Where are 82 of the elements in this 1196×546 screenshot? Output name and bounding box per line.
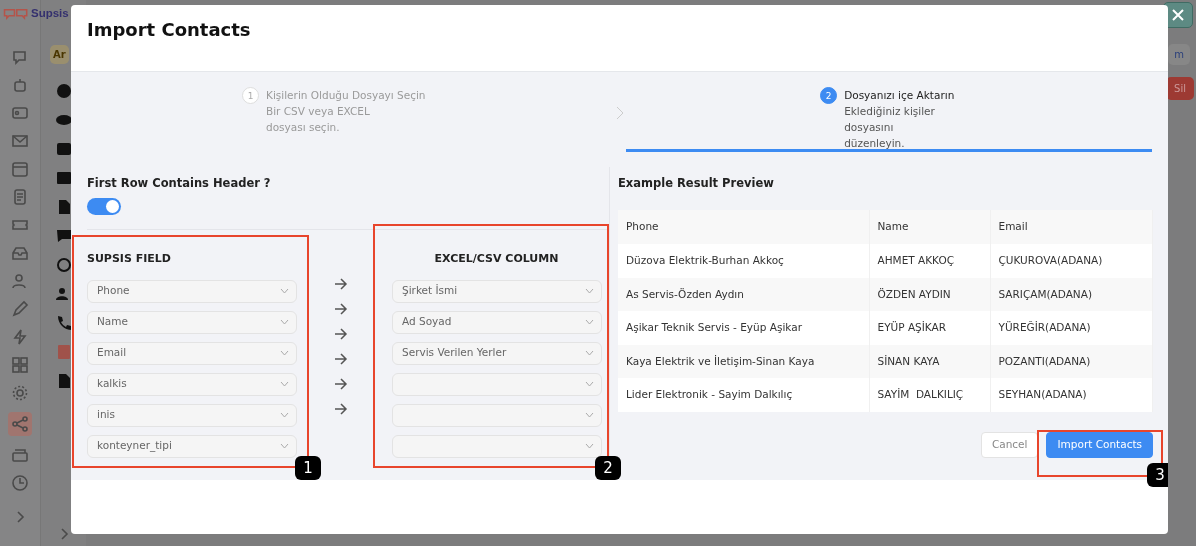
tab-label[interactable]: m bbox=[1168, 44, 1190, 65]
close-icon bbox=[1171, 8, 1185, 22]
register-icon[interactable] bbox=[11, 446, 29, 464]
chevron-right-icon bbox=[616, 106, 625, 120]
select-field[interactable]: Email bbox=[87, 341, 297, 365]
select-field[interactable]: Şirket İsmi bbox=[392, 279, 602, 303]
column-header: Name bbox=[869, 210, 990, 245]
table-cell: ÇUKUROVA(ADANA) bbox=[990, 244, 1153, 278]
select-field[interactable]: Servis Verilen Yerler bbox=[392, 341, 602, 365]
settings-icon[interactable] bbox=[11, 384, 29, 402]
toggle-label: First Row Contains Header ? bbox=[87, 175, 272, 192]
table-cell: EYÜP AŞİKAR bbox=[869, 311, 990, 345]
select-field[interactable]: Ad Soyad bbox=[392, 310, 602, 334]
inbox-icon[interactable] bbox=[11, 244, 29, 262]
table-cell: Düzova Elektrik-Burhan Akkoç bbox=[618, 244, 869, 278]
tab-label[interactable]: Ar bbox=[50, 45, 69, 64]
arrow-right-icon bbox=[334, 328, 348, 341]
wizard-step[interactable]: 2 Dosyanızı içe Aktarın Eklediğiniz kişiler dosyasını düzenleyin. bbox=[820, 87, 1152, 151]
table-cell: SİNAN KAYA bbox=[869, 344, 990, 379]
chevron-down-icon bbox=[585, 288, 594, 295]
users-icon[interactable] bbox=[11, 272, 29, 290]
column-header: Phone bbox=[618, 210, 869, 245]
arrow-right-icon bbox=[334, 303, 348, 316]
select-field[interactable]: Phone bbox=[87, 279, 297, 303]
select-field[interactable]: inis bbox=[87, 403, 297, 427]
table-cell: ÖZDEN AYDIN bbox=[869, 277, 990, 312]
document-icon[interactable] bbox=[11, 188, 29, 206]
arrow-right-icon bbox=[334, 378, 348, 391]
table-cell: SAYİM DALKILIÇ bbox=[869, 378, 990, 412]
clock-icon[interactable] bbox=[11, 474, 29, 492]
message-icon[interactable] bbox=[54, 227, 73, 245]
lightning-icon[interactable] bbox=[11, 328, 29, 346]
chevron-down-icon bbox=[585, 381, 594, 388]
select-field[interactable] bbox=[392, 403, 602, 427]
chevron-down-icon bbox=[585, 350, 594, 357]
cancel-button[interactable]: Cancel bbox=[980, 431, 1039, 458]
app-brand: Supsis bbox=[31, 6, 69, 21]
id-card-icon[interactable] bbox=[11, 104, 29, 122]
column-heading: SUPSIS FIELD bbox=[87, 251, 172, 268]
arrow-right-icon bbox=[334, 278, 348, 291]
table-cell: Kaya Elektrik ve İletişim-Sinan Kaya bbox=[618, 344, 869, 379]
preview-title: Example Result Preview bbox=[618, 175, 775, 192]
select-field[interactable]: kalkis bbox=[87, 372, 297, 396]
arrow-right-icon bbox=[334, 353, 348, 366]
column-heading: EXCEL/CSV COLUMN bbox=[433, 251, 560, 268]
table-cell: SEYHAN(ADANA) bbox=[990, 378, 1153, 412]
table-cell: POZANTI(ADANA) bbox=[990, 344, 1153, 379]
table-cell: Lider Elektronik - Sayim Dalkılıç bbox=[618, 378, 869, 412]
modal-title: Import Contacts bbox=[87, 19, 252, 41]
grid-icon[interactable] bbox=[11, 356, 29, 374]
pen-icon[interactable] bbox=[11, 300, 29, 318]
chat-icon[interactable] bbox=[11, 48, 29, 66]
chevron-down-icon bbox=[280, 381, 289, 388]
table-cell: SARIÇAM(ADANA) bbox=[990, 277, 1153, 312]
chevron-down-icon bbox=[585, 319, 594, 326]
chevron-down-icon bbox=[280, 319, 289, 326]
chevron-down-icon bbox=[280, 288, 289, 295]
calendar-icon[interactable] bbox=[11, 160, 29, 178]
table-cell: YÜREĞİR(ADANA) bbox=[990, 311, 1153, 345]
select-field[interactable]: Name bbox=[87, 310, 297, 334]
chevron-down-icon bbox=[585, 412, 594, 419]
logo-icon bbox=[3, 7, 29, 21]
table-cell: As Servis-Özden Aydın bbox=[618, 277, 869, 312]
arrow-right-icon bbox=[334, 403, 348, 416]
import-button[interactable]: Import Contacts bbox=[1046, 431, 1153, 458]
delete-button[interactable]: Sil bbox=[1166, 77, 1194, 100]
callout-number: 2 bbox=[595, 456, 621, 481]
select-field[interactable] bbox=[392, 434, 602, 458]
table-cell: AHMET AKKOÇ bbox=[869, 244, 990, 278]
select-field[interactable]: konteyner_tipi bbox=[87, 434, 297, 458]
table-cell: Aşikar Teknik Servis - Eyüp Aşikar bbox=[618, 311, 869, 345]
column-header: Email bbox=[990, 210, 1153, 245]
share-icon[interactable] bbox=[11, 415, 29, 433]
chevron-down-icon bbox=[585, 443, 594, 450]
callout-number: 3 bbox=[1147, 462, 1168, 487]
chevron-down-icon bbox=[280, 443, 289, 450]
callout-number: 1 bbox=[295, 456, 321, 481]
select-field[interactable] bbox=[392, 372, 602, 396]
chevron-down-icon bbox=[280, 412, 289, 419]
chevron-down-icon bbox=[280, 350, 289, 357]
header-toggle[interactable] bbox=[87, 198, 121, 216]
mail-icon[interactable] bbox=[11, 132, 29, 150]
